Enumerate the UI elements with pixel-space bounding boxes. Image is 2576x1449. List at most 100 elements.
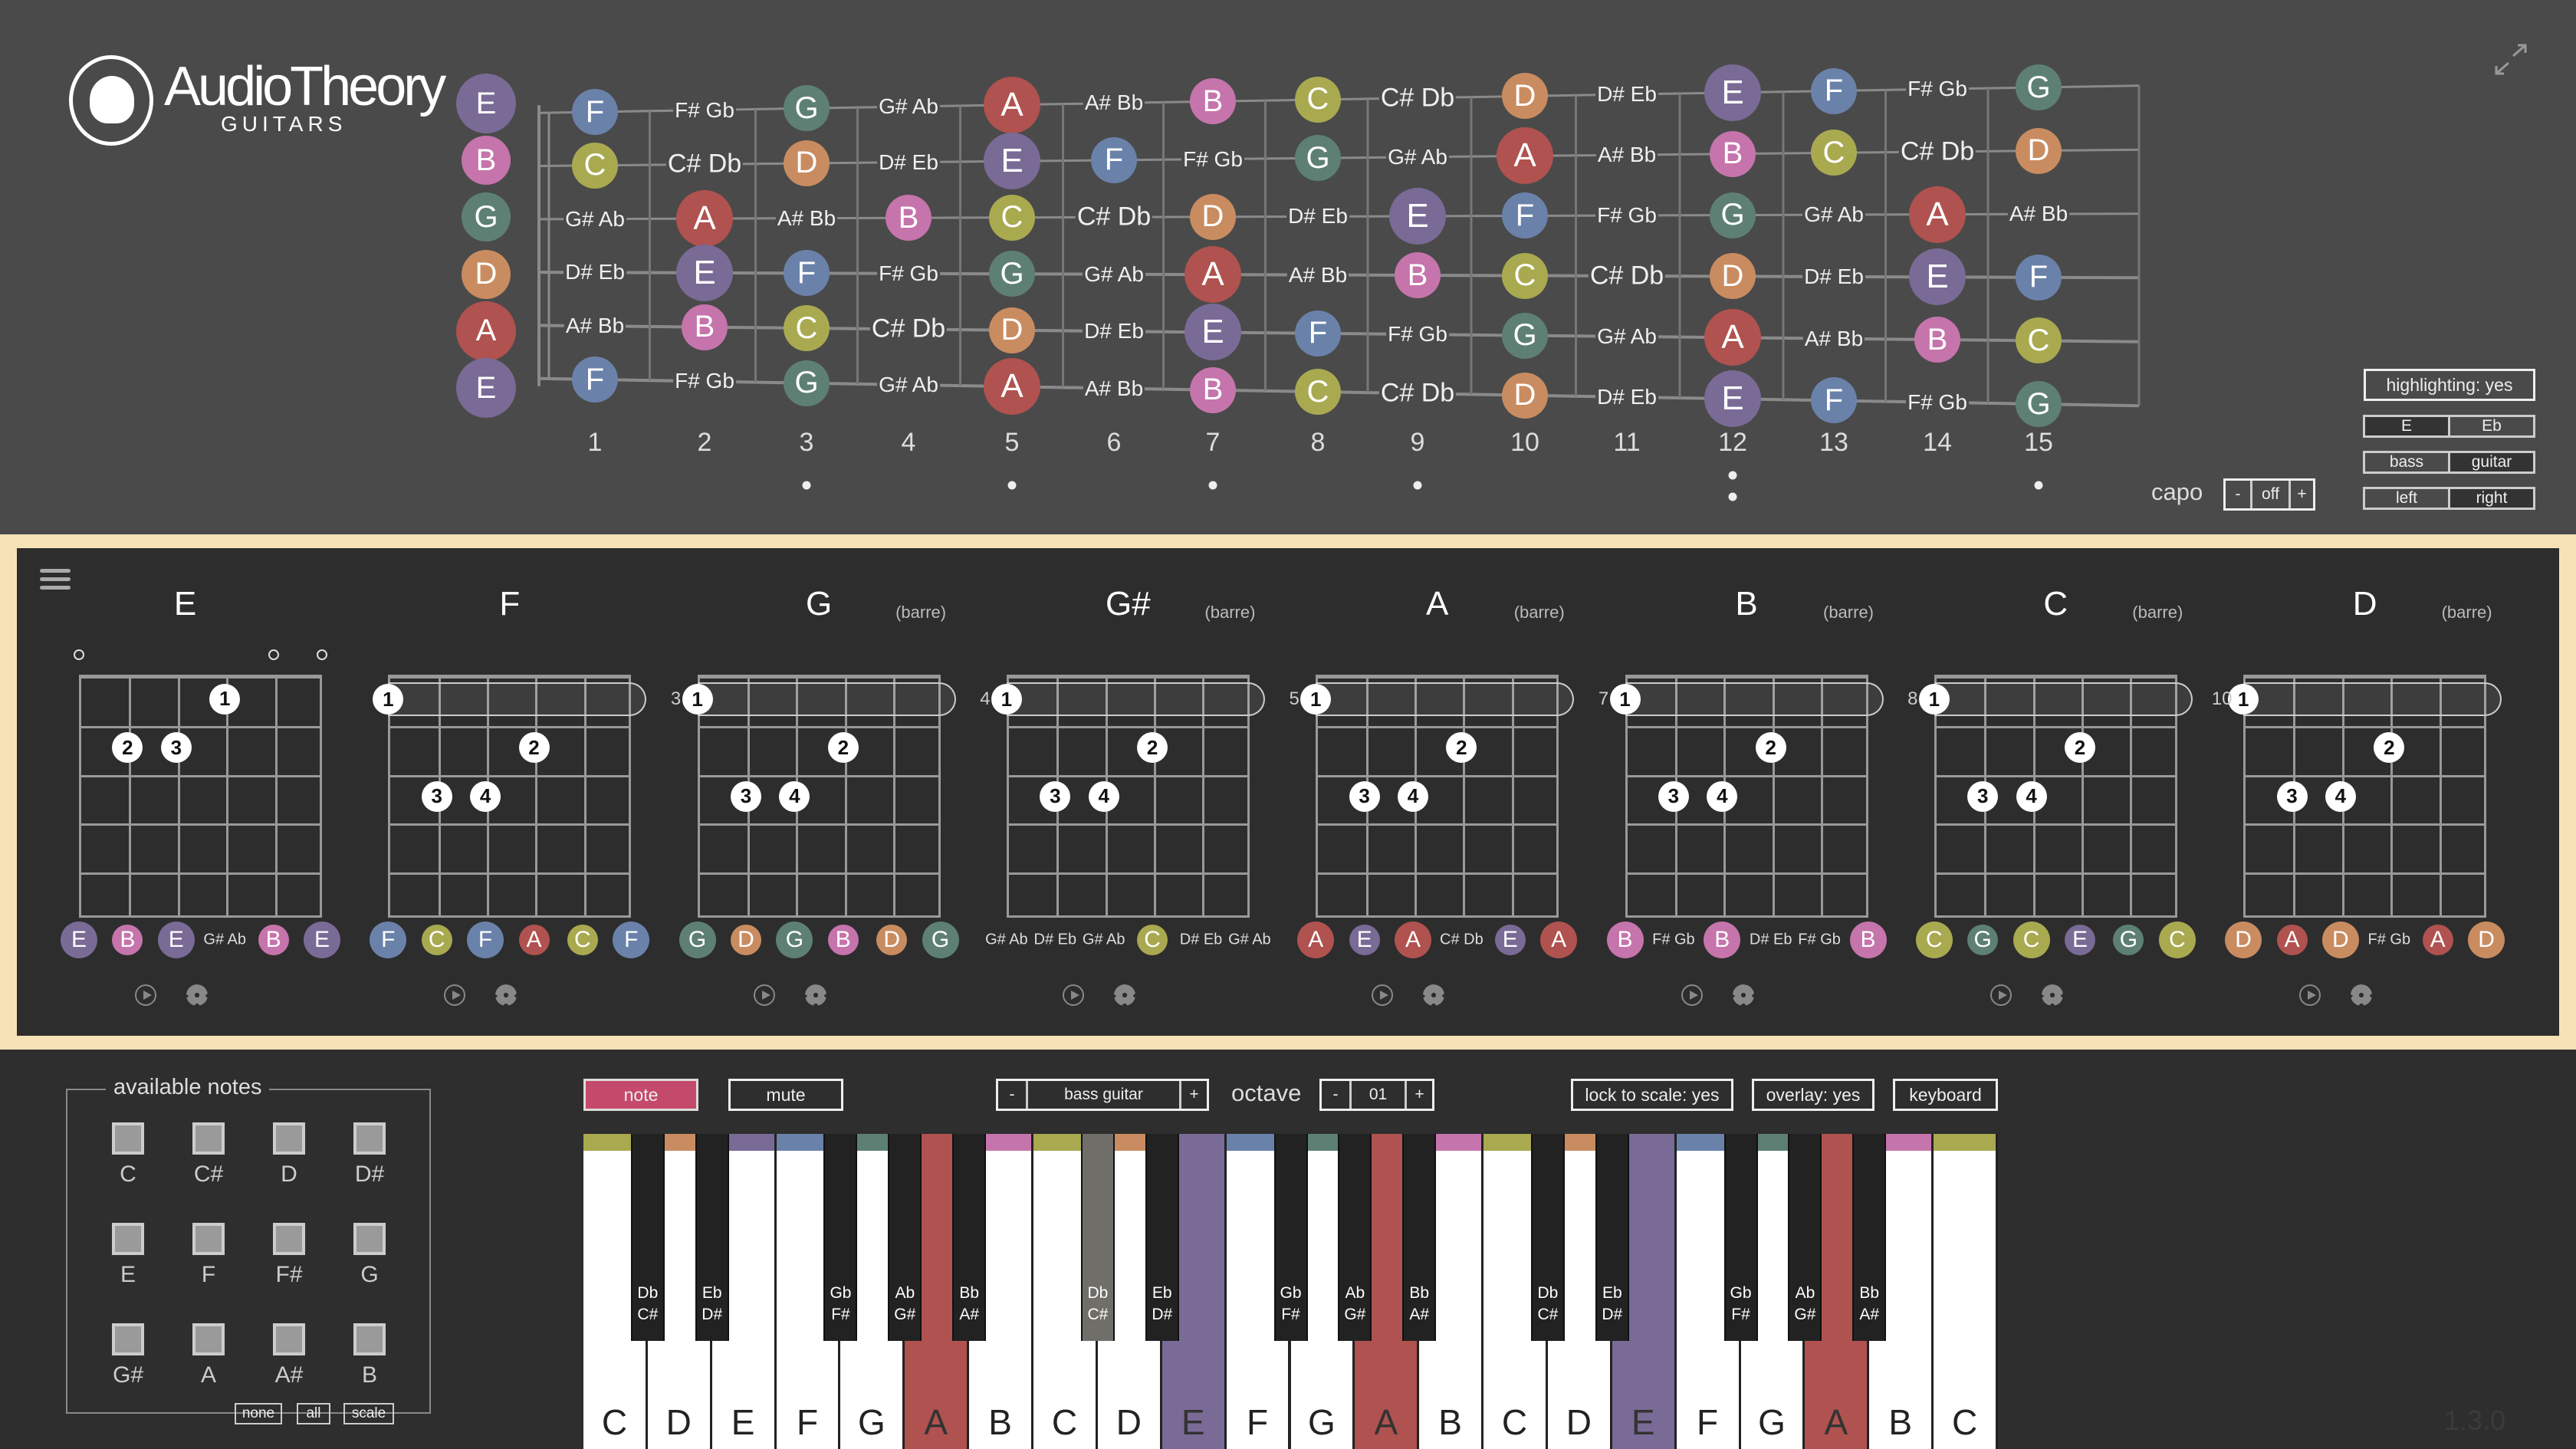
- all-notes-button[interactable]: all: [297, 1403, 330, 1424]
- fret-note[interactable]: E: [984, 133, 1040, 190]
- octave-plus-button[interactable]: +: [1405, 1081, 1432, 1109]
- fret-note[interactable]: E: [676, 244, 733, 301]
- octave-minus-button[interactable]: -: [1322, 1081, 1349, 1109]
- fret-note-sharp[interactable]: G# Ab: [877, 372, 940, 397]
- capo-minus-button[interactable]: -: [2226, 481, 2250, 508]
- fret-note[interactable]: C: [1811, 130, 1857, 176]
- tuning-option-eb[interactable]: Eb: [2448, 417, 2533, 435]
- fret-note[interactable]: A: [1497, 127, 1553, 185]
- fret-note[interactable]: F: [1811, 377, 1857, 424]
- fret-note[interactable]: F: [1811, 67, 1857, 114]
- fret-note-sharp[interactable]: A# Bb: [1595, 143, 1658, 168]
- fret-note-sharp[interactable]: G# Ab: [877, 94, 940, 120]
- fret-note-sharp[interactable]: D# Eb: [1595, 82, 1658, 107]
- fret-note-sharp[interactable]: G# Ab: [1802, 202, 1865, 228]
- fret-note-sharp[interactable]: A# Bb: [1083, 376, 1145, 401]
- hand-option-left[interactable]: left: [2365, 489, 2448, 508]
- fret-note[interactable]: B: [1395, 252, 1441, 299]
- fret-note[interactable]: D: [1502, 73, 1548, 120]
- fret-note-sharp[interactable]: F# Gb: [1906, 389, 1969, 415]
- fret-note[interactable]: B: [1190, 78, 1236, 125]
- fret-note-sharp[interactable]: A# Bb: [1286, 262, 1349, 288]
- instrument-next-button[interactable]: +: [1179, 1081, 1207, 1109]
- mute-button[interactable]: mute: [728, 1079, 843, 1111]
- fret-note-sharp[interactable]: D# Eb: [1595, 384, 1658, 409]
- highlighting-toggle[interactable]: highlighting: yes: [2364, 369, 2535, 401]
- fret-note[interactable]: E: [1389, 187, 1446, 245]
- piano-black-key[interactable]: Eb D#: [1595, 1134, 1629, 1341]
- fret-note[interactable]: A: [676, 190, 733, 248]
- fret-note[interactable]: E: [1704, 64, 1761, 121]
- fret-note[interactable]: G: [784, 360, 830, 406]
- fret-note[interactable]: B: [1710, 130, 1756, 177]
- fret-note[interactable]: G: [1295, 135, 1341, 182]
- piano-black-key[interactable]: Ab G#: [1338, 1134, 1372, 1341]
- fret-note[interactable]: G: [1710, 192, 1756, 238]
- fret-note-sharp[interactable]: D# Eb: [564, 260, 626, 285]
- fret-note[interactable]: B: [886, 195, 932, 242]
- open-string-note[interactable]: G: [462, 192, 511, 242]
- fret-note[interactable]: E: [1909, 248, 1966, 306]
- note-checkbox-a-sharp[interactable]: [273, 1323, 305, 1355]
- piano-black-key[interactable]: Bb A#: [1402, 1134, 1437, 1341]
- open-string-note[interactable]: A: [456, 301, 516, 361]
- fret-note-sharp[interactable]: A# Bb: [1083, 90, 1145, 116]
- fret-note[interactable]: B: [1914, 317, 1960, 363]
- play-icon[interactable]: [1372, 984, 1394, 1006]
- fret-note[interactable]: F: [784, 250, 830, 297]
- fret-note-sharp[interactable]: D# Eb: [877, 150, 940, 175]
- fret-note[interactable]: F: [1502, 192, 1548, 239]
- fret-note-sharp[interactable]: C# Db: [1898, 136, 1976, 167]
- piano-black-key[interactable]: Bb A#: [952, 1134, 987, 1341]
- fret-note[interactable]: D: [1502, 372, 1548, 419]
- none-notes-button[interactable]: none: [235, 1403, 282, 1424]
- fret-note-sharp[interactable]: F# Gb: [673, 369, 736, 394]
- piano-black-key[interactable]: Gb F#: [1273, 1134, 1308, 1341]
- fret-note-sharp[interactable]: F# Gb: [1595, 203, 1658, 228]
- note-checkbox-g-sharp[interactable]: [112, 1323, 144, 1355]
- gear-icon[interactable]: [1113, 984, 1135, 1006]
- fret-note-sharp[interactable]: F# Gb: [877, 261, 940, 286]
- instrument-selector[interactable]: - bass guitar +: [996, 1079, 1209, 1111]
- note-checkbox-d-sharp[interactable]: [353, 1122, 386, 1155]
- note-checkbox-f[interactable]: [192, 1223, 225, 1255]
- gear-icon[interactable]: [1732, 984, 1754, 1006]
- play-icon[interactable]: [2299, 984, 2321, 1006]
- piano-black-key[interactable]: Gb F#: [823, 1134, 858, 1341]
- menu-icon[interactable]: [40, 569, 71, 590]
- fret-note[interactable]: G: [784, 85, 830, 132]
- note-checkbox-g[interactable]: [353, 1223, 386, 1255]
- keyboard-button[interactable]: keyboard: [1893, 1079, 1998, 1111]
- piano-black-key[interactable]: Ab G#: [888, 1134, 922, 1341]
- note-checkbox-a[interactable]: [192, 1323, 225, 1355]
- fret-note[interactable]: D: [1190, 193, 1236, 240]
- note-button[interactable]: note: [583, 1079, 698, 1111]
- play-icon[interactable]: [753, 984, 775, 1006]
- open-string-note[interactable]: E: [456, 74, 516, 133]
- fret-note[interactable]: D: [2016, 127, 2062, 174]
- fret-note[interactable]: D: [1710, 253, 1756, 300]
- fret-note[interactable]: F: [1091, 136, 1137, 183]
- gear-icon[interactable]: [1423, 984, 1445, 1006]
- fret-note[interactable]: C: [572, 142, 618, 189]
- fret-note[interactable]: F: [1295, 310, 1341, 356]
- note-checkbox-c-sharp[interactable]: [192, 1122, 225, 1155]
- piano-black-key[interactable]: Ab G#: [1788, 1134, 1822, 1341]
- fret-note-sharp[interactable]: F# Gb: [1386, 322, 1449, 347]
- lock-to-scale-button[interactable]: lock to scale: yes: [1571, 1079, 1733, 1111]
- fret-note-sharp[interactable]: D# Eb: [1083, 319, 1145, 344]
- fret-note[interactable]: F: [2016, 254, 2062, 301]
- gear-icon[interactable]: [2041, 984, 2063, 1006]
- open-string-note[interactable]: D: [462, 249, 511, 299]
- fret-note[interactable]: D: [784, 140, 830, 186]
- fret-note[interactable]: B: [1190, 366, 1236, 413]
- fret-note-sharp[interactable]: A# Bb: [2007, 202, 2070, 227]
- gear-icon[interactable]: [804, 984, 826, 1006]
- open-string-note[interactable]: B: [462, 136, 511, 186]
- fret-note[interactable]: C: [989, 194, 1035, 241]
- fret-note[interactable]: E: [1704, 370, 1761, 428]
- fret-note[interactable]: E: [1184, 304, 1241, 361]
- gear-icon[interactable]: [2351, 984, 2373, 1006]
- instrument-option-guitar[interactable]: guitar: [2448, 453, 2533, 472]
- fret-note-sharp[interactable]: C# Db: [1588, 261, 1666, 291]
